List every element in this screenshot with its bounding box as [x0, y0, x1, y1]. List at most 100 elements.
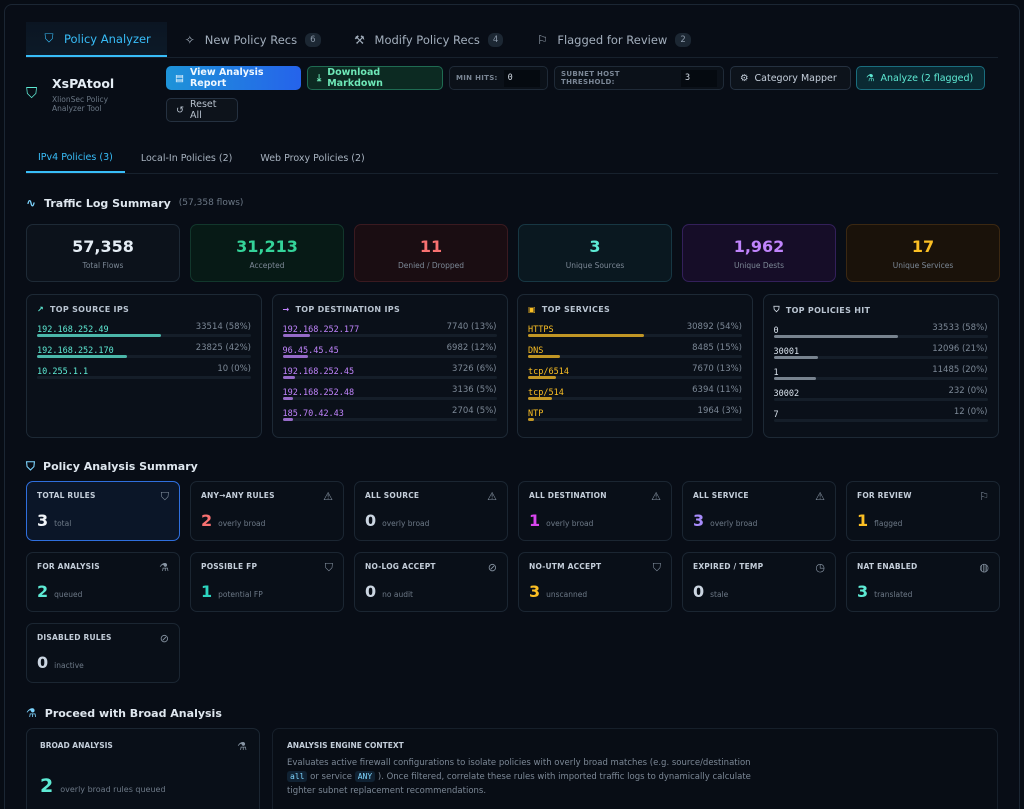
metric-label: Unique Services	[892, 261, 954, 270]
policy-stat-card[interactable]: ANY→ANY RULES ⚠ 2 overly broad	[190, 481, 344, 541]
policy-stat-card[interactable]: POSSIBLE FP ⛉ 1 potential FP	[190, 552, 344, 612]
list-item[interactable]: tcp/6514 7670 (13%)	[528, 364, 742, 385]
view-analysis-report-button[interactable]: ▤ View Analysis Report	[166, 66, 301, 90]
top-list-card: → TOP DESTINATION IPS 192.168.252.177 7740 …	[271, 294, 508, 438]
tab-flagged-for-review[interactable]: ⚐ Flagged for Review 2	[519, 22, 706, 57]
top-list-card: ↗ TOP SOURCE IPS 192.168.252.49 33514 (58%)…	[26, 294, 262, 438]
file-icon: ▤	[175, 72, 184, 84]
policy-stat-card[interactable]: NAT ENABLED ◍ 3 translated	[846, 552, 1000, 612]
stat-title: ALL SOURCE	[365, 491, 420, 500]
policy-stat-card[interactable]: ALL SOURCE ⚠ 0 overly broad	[354, 481, 508, 541]
item-bar	[773, 398, 988, 401]
list-item[interactable]: HTTPS 30892 (54%)	[528, 322, 742, 343]
eye-off-icon: ⊘	[487, 561, 497, 574]
list-title: ↗ TOP SOURCE IPS	[37, 305, 130, 314]
min-hits-input[interactable]	[503, 69, 540, 87]
stat-title: DISABLED RULES	[37, 633, 112, 642]
policy-stat-card[interactable]: FOR ANALYSIS ⚗ 2 queued	[26, 552, 180, 612]
item-bar-fill	[528, 355, 561, 358]
warning-icon: ⚠	[651, 490, 661, 503]
list-item[interactable]: 10.255.1.1 10 (0%)	[37, 364, 251, 385]
policy-stat-card[interactable]: TOTAL RULES ⛉ 3 total	[26, 481, 180, 541]
stat-value: 0	[365, 582, 377, 601]
policy-stat-card[interactable]: ALL DESTINATION ⚠ 1 overly broad	[518, 481, 672, 541]
analysis-engine-context: ANALYSIS ENGINE CONTEXT Evaluates active…	[272, 728, 998, 809]
microscope-icon: ⚗	[26, 706, 37, 720]
stat-sub: translated	[874, 590, 913, 599]
list-item[interactable]: 192.168.252.49 33514 (58%)	[37, 322, 251, 343]
trend-up-icon: ↗	[37, 305, 45, 314]
list-item[interactable]: 0 33533 (58%)	[773, 323, 988, 344]
tab-ipv4-policies[interactable]: IPv4 Policies (3)	[26, 144, 125, 173]
policy-stat-card[interactable]: DISABLED RULES ⊘ 0 inactive	[26, 623, 180, 683]
sparkles-icon: ✧	[184, 32, 195, 47]
list-item[interactable]: 7 12 (0%)	[773, 407, 988, 428]
analyze-button[interactable]: ⚗ Analyze (2 flagged)	[856, 66, 985, 90]
item-count: 33533 (58%)	[932, 323, 988, 333]
main-tabs: ⛉ Policy Analyzer ✧ New Policy Recs 6 ⚒ …	[26, 22, 998, 58]
list-item[interactable]: 192.168.252.177 7740 (13%)	[282, 322, 497, 343]
list-item[interactable]: 1 11485 (20%)	[773, 365, 988, 386]
metric-label: Denied / Dropped	[397, 261, 465, 270]
count-badge: 2	[675, 32, 691, 47]
traffic-log-summary-heading: ∿ Traffic Log Summary (57,358 flows)	[26, 196, 244, 210]
flag-icon: ⚐	[536, 32, 548, 47]
policy-analysis-summary-heading: ⛉ Policy Analysis Summary	[26, 459, 198, 473]
stat-sub: total	[54, 519, 72, 528]
policy-stat-card[interactable]: EXPIRED / TEMP ◷ 0 stale	[682, 552, 836, 612]
list-item[interactable]: NTP 1964 (3%)	[528, 406, 742, 427]
stat-sub: stale	[710, 590, 729, 599]
stat-sub: flagged	[874, 519, 903, 528]
item-bar	[37, 355, 251, 358]
stat-value: 1	[529, 511, 541, 530]
tab-new-policy-recs[interactable]: ✧ New Policy Recs 6	[167, 22, 337, 57]
item-count: 11485 (20%)	[932, 365, 988, 375]
list-item[interactable]: 192.168.252.48 3136 (5%)	[282, 385, 497, 406]
microscope-icon: ⚗	[237, 740, 247, 753]
tab-web-proxy-policies[interactable]: Web Proxy Policies (2)	[248, 144, 376, 173]
eye-off-icon: ⊘	[159, 632, 169, 645]
list-item[interactable]: 192.168.252.170 23825 (42%)	[37, 343, 251, 364]
tab-policy-analyzer[interactable]: ⛉ Policy Analyzer	[26, 22, 167, 57]
item-bar	[528, 418, 742, 421]
metric-value: 31,213	[236, 237, 298, 256]
warning-icon: ⚠	[323, 490, 333, 503]
category-mapper-button[interactable]: ⚙ Category Mapper	[730, 66, 851, 90]
tab-modify-policy-recs[interactable]: ⚒ Modify Policy Recs 4	[337, 22, 520, 57]
list-item[interactable]: DNS 8485 (15%)	[528, 343, 742, 364]
clock-icon: ◷	[815, 561, 825, 574]
stat-value: 3	[37, 511, 49, 530]
item-bar	[528, 397, 742, 400]
subnet-threshold-input[interactable]	[681, 69, 717, 87]
microscope-icon: ⚗	[159, 561, 169, 574]
broad-analysis-card[interactable]: BROAD ANALYSIS ⚗ 2 overly broad rules qu…	[26, 728, 260, 809]
item-bar-fill	[37, 355, 127, 358]
item-bar	[773, 377, 988, 380]
policy-stat-card[interactable]: ALL SERVICE ⚠ 3 overly broad	[682, 481, 836, 541]
item-bar-fill	[528, 334, 644, 337]
stat-sub: potential FP	[218, 590, 263, 599]
brand: ⛉ XsPAtool XlionSec Policy Analyzer Tool	[26, 76, 132, 113]
item-bar-fill	[282, 355, 309, 358]
shield-icon: ⛉	[160, 490, 169, 503]
stat-title: TOTAL RULES	[37, 491, 96, 500]
list-item[interactable]: 192.168.252.45 3726 (6%)	[282, 364, 497, 385]
metric-label: Unique Dests	[734, 261, 784, 270]
policy-stat-card[interactable]: FOR REVIEW ⚐ 1 flagged	[846, 481, 1000, 541]
count-badge: 6	[305, 32, 321, 47]
tab-local-in-policies[interactable]: Local-In Policies (2)	[129, 144, 245, 173]
globe-icon: ◍	[979, 561, 989, 574]
item-bar-fill	[282, 397, 294, 400]
arrow-right-icon: →	[282, 305, 290, 314]
list-item[interactable]: 185.70.42.43 2704 (5%)	[282, 406, 497, 427]
warning-icon: ⚠	[815, 490, 825, 503]
download-markdown-button[interactable]: ⤓ Download Markdown	[307, 66, 443, 90]
policy-stat-card[interactable]: NO-LOG ACCEPT ⊘ 0 no audit	[354, 552, 508, 612]
policy-stat-card[interactable]: NO-UTM ACCEPT ⛉ 3 unscanned	[518, 552, 672, 612]
list-item[interactable]: tcp/514 6394 (11%)	[528, 385, 742, 406]
list-item[interactable]: 96.45.45.45 6982 (12%)	[282, 343, 497, 364]
metric-card: 1,962 Unique Dests	[682, 224, 836, 282]
reset-all-button[interactable]: ↺ Reset All	[166, 98, 238, 122]
list-item[interactable]: 30001 12096 (21%)	[773, 344, 988, 365]
list-item[interactable]: 30002 232 (0%)	[773, 386, 988, 407]
